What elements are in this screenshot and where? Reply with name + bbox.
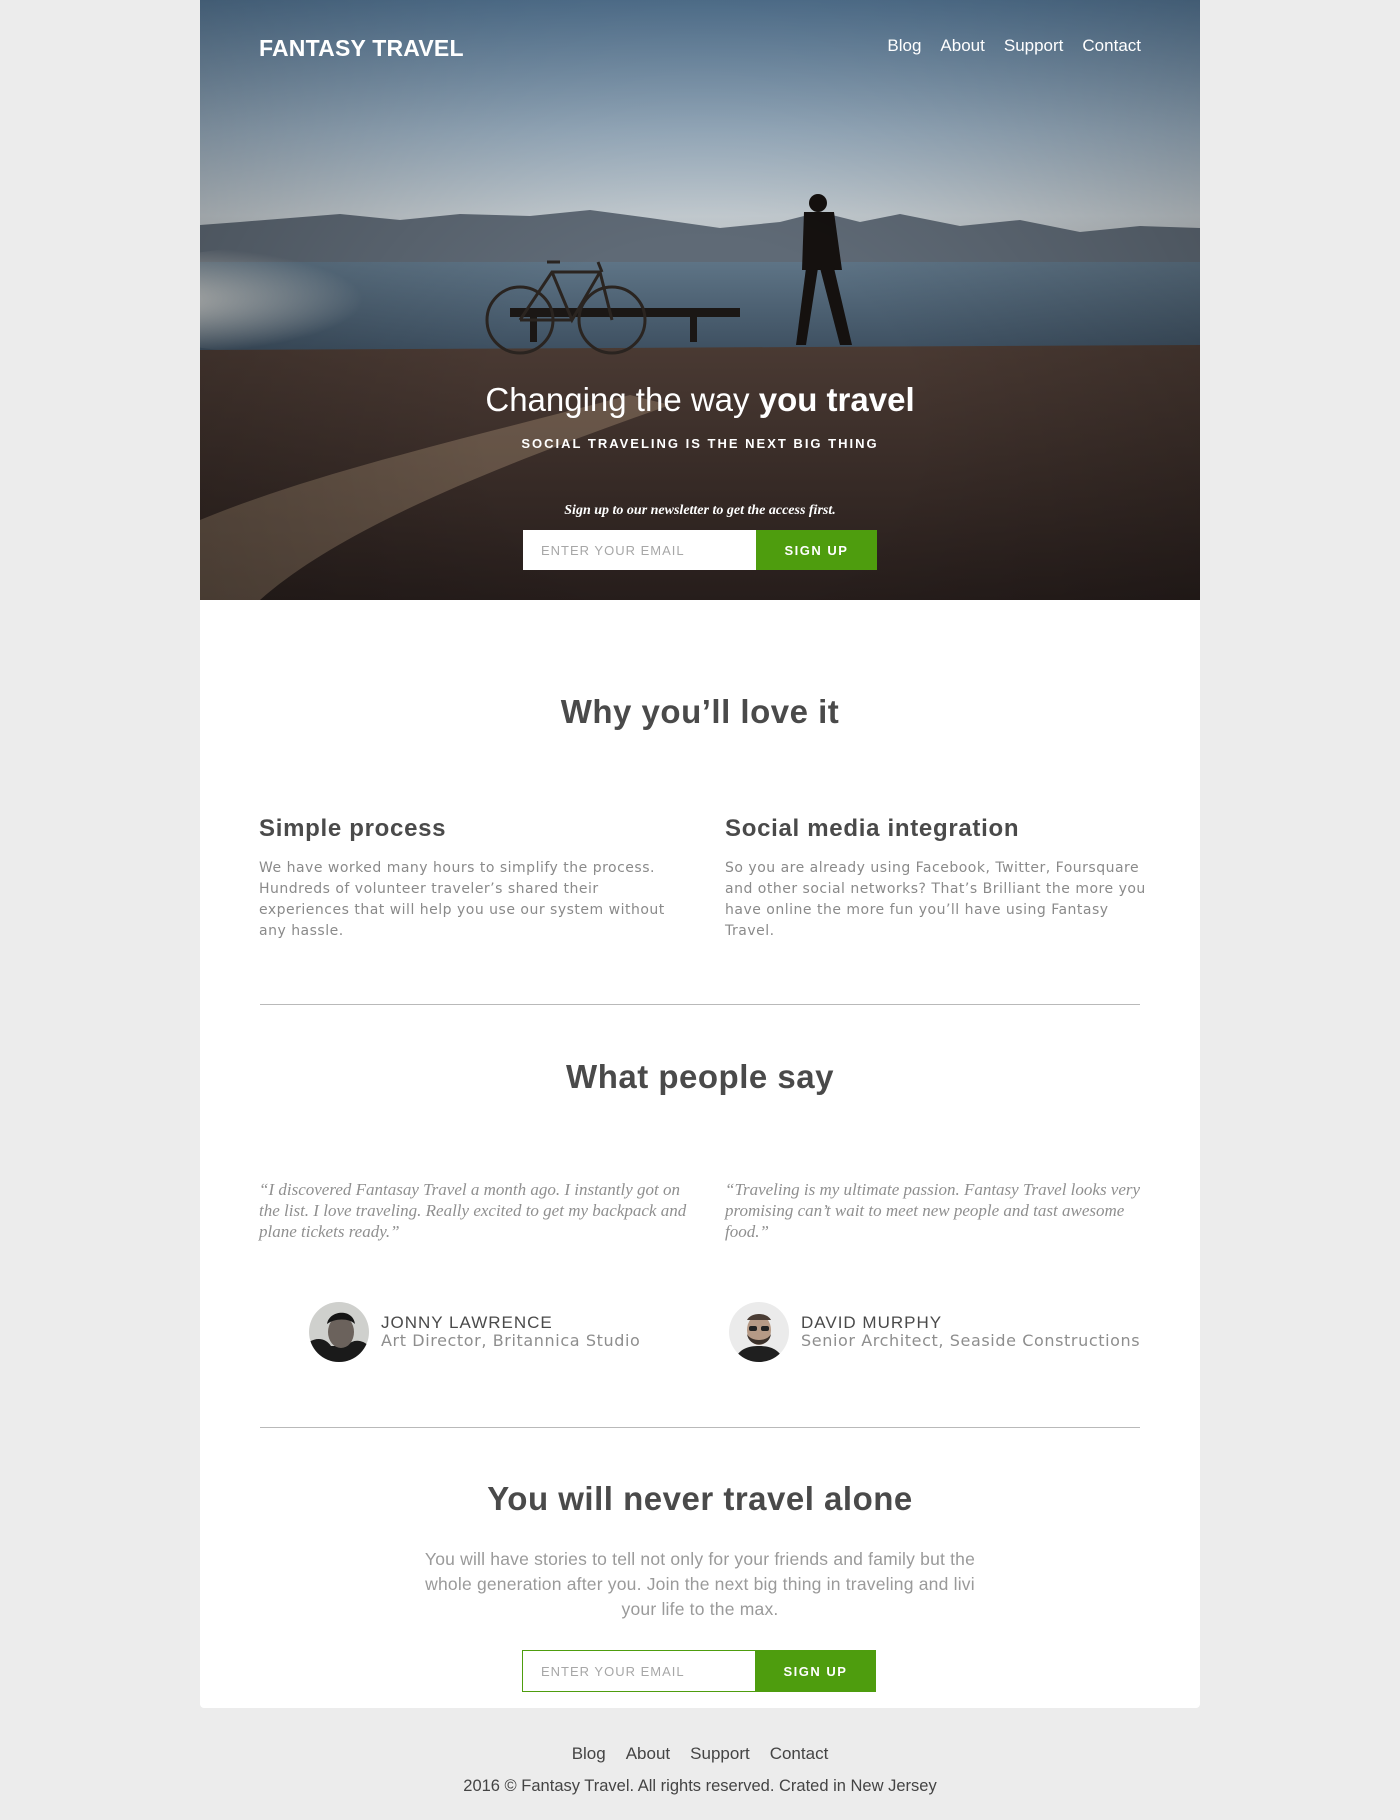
hero-subtitle: SOCIAL TRAVELING IS THE NEXT BIG THING (521, 436, 879, 451)
hero-title-bold: you travel (758, 381, 915, 418)
brand-logo[interactable]: FANTASY TRAVEL (259, 35, 464, 62)
footer-nav-support[interactable]: Support (690, 1744, 750, 1764)
section-divider (260, 1427, 1140, 1428)
footer-nav-contact[interactable]: Contact (770, 1744, 829, 1764)
author-name: JONNY LAWRENCE (381, 1313, 553, 1332)
author-info: JONNY LAWRENCE Art Director, Britannica … (381, 1314, 640, 1350)
hero-signup-button[interactable]: SIGN UP (756, 530, 877, 570)
nav-support[interactable]: Support (1004, 36, 1064, 56)
author-name: DAVID MURPHY (801, 1313, 943, 1332)
testimonial-author-2: DAVID MURPHY Senior Architect, Seaside C… (729, 1302, 1140, 1362)
features-heading: Why you’ll love it (560, 693, 840, 730)
copyright-text: 2016 © Fantasy Travel. All rights reserv… (463, 1777, 937, 1795)
footer-nav-blog[interactable]: Blog (572, 1744, 606, 1764)
bottom-signup-form: SIGN UP (522, 1650, 876, 1692)
testimonials-heading: What people say (566, 1058, 834, 1095)
avatar (729, 1302, 789, 1362)
testimonial-quote-1: “I discovered Fantasay Travel a month ag… (259, 1180, 687, 1241)
page-card: FANTASY TRAVEL Blog About Support Contac… (200, 0, 1200, 1708)
testimonial-quote-2: “Traveling is my ultimate passion. Fanta… (725, 1180, 1141, 1241)
bottom-email-input[interactable] (522, 1650, 755, 1692)
closing-text: You will have stories to tell not only f… (424, 1549, 976, 1619)
footer-nav: Blog About Support Contact (0, 1744, 1400, 1764)
feature-title-simple-process: Simple process (259, 815, 447, 842)
hero-email-input[interactable] (523, 530, 756, 570)
author-role: Senior Architect, Seaside Constructions (801, 1331, 1141, 1350)
top-nav: Blog About Support Contact (887, 36, 1141, 56)
footer-nav-about[interactable]: About (626, 1744, 670, 1764)
hero-title: Changing the way you travel (200, 381, 1200, 419)
feature-title-social-media: Social media integration (725, 815, 1020, 842)
author-info: DAVID MURPHY Senior Architect, Seaside C… (801, 1314, 1140, 1350)
closing-heading: You will never travel alone (487, 1480, 913, 1517)
newsletter-note: Sign up to our newsletter to get the acc… (564, 503, 836, 518)
author-role: Art Director, Britannica Studio (381, 1331, 641, 1350)
feature-text-simple-process: We have worked many hours to simplify th… (259, 860, 665, 939)
avatar-jonny-lawrence (309, 1302, 369, 1362)
nav-contact[interactable]: Contact (1082, 36, 1141, 56)
testimonial-author-1: JONNY LAWRENCE Art Director, Britannica … (309, 1302, 640, 1362)
nav-about[interactable]: About (940, 36, 984, 56)
hero-title-light: Changing the way (485, 381, 750, 418)
avatar-david-murphy (729, 1302, 789, 1362)
bottom-signup-button[interactable]: SIGN UP (755, 1650, 876, 1692)
avatar (309, 1302, 369, 1362)
feature-text-social-media: So you are already using Facebook, Twitt… (725, 860, 1146, 939)
hero-signup-form: SIGN UP (523, 530, 877, 570)
hero-section: FANTASY TRAVEL Blog About Support Contac… (200, 0, 1200, 600)
nav-blog[interactable]: Blog (887, 36, 921, 56)
section-divider (260, 1004, 1140, 1005)
